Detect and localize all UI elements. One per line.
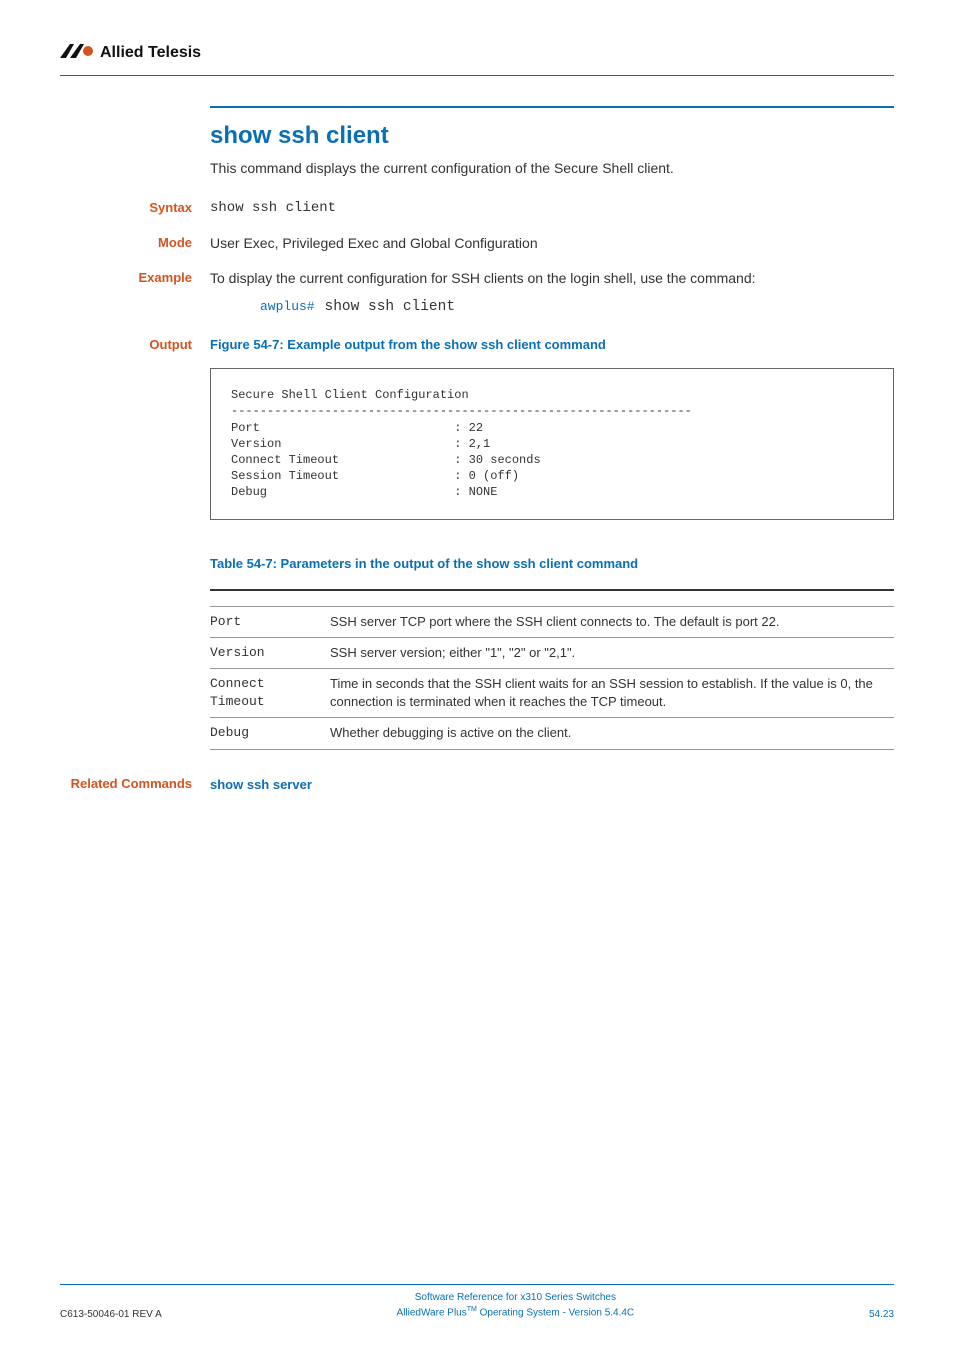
related-label: Related Commands <box>60 776 210 794</box>
footer-left: C613-50046-01 REV A <box>60 1309 162 1320</box>
brand-logo: Allied Telesis <box>60 40 894 67</box>
command-title: show ssh client <box>210 122 894 150</box>
footer-tm: TM <box>467 1306 477 1313</box>
param-desc: Time in seconds that the SSH client wait… <box>330 668 894 717</box>
example-prompt: awplus# <box>260 299 315 314</box>
table-row: DebugWhether debugging is active on the … <box>210 718 894 749</box>
table-row: VersionSSH server version; either "1", "… <box>210 637 894 668</box>
param-name: Debug <box>210 718 330 749</box>
mode-text: User Exec, Privileged Exec and Global Co… <box>210 233 894 254</box>
footer-center: Software Reference for x310 Series Switc… <box>397 1291 635 1320</box>
output-label: Output <box>60 335 210 750</box>
param-name: Connect Timeout <box>210 668 330 717</box>
parameters-table: PortSSH server TCP port where the SSH cl… <box>210 589 894 749</box>
param-desc: SSH server version; either "1", "2" or "… <box>330 637 894 668</box>
mode-label: Mode <box>60 233 210 254</box>
param-name: Version <box>210 637 330 668</box>
section-divider <box>210 106 894 108</box>
footer-divider <box>60 1284 894 1285</box>
figure-caption: Figure 54-7: Example output from the sho… <box>210 335 894 355</box>
param-desc: SSH server TCP port where the SSH client… <box>330 606 894 637</box>
syntax-text: show ssh client <box>210 198 894 219</box>
brand-text: Allied Telesis <box>100 44 201 61</box>
footer-center-line1: Software Reference for x310 Series Switc… <box>397 1291 635 1305</box>
param-desc: Whether debugging is active on the clien… <box>330 718 894 749</box>
example-text: To display the current configuration for… <box>210 268 894 289</box>
syntax-label: Syntax <box>60 198 210 219</box>
table-caption: Table 54-7: Parameters in the output of … <box>210 554 894 574</box>
footer-center-line2b: Operating System - Version 5.4.4C <box>477 1307 634 1318</box>
param-name: Port <box>210 606 330 637</box>
footer-right: 54.23 <box>869 1309 894 1320</box>
table-row: PortSSH server TCP port where the SSH cl… <box>210 606 894 637</box>
footer-center-line2a: AlliedWare Plus <box>397 1307 467 1318</box>
related-link[interactable]: show ssh server <box>210 777 312 792</box>
example-command: show ssh client <box>325 299 456 315</box>
example-label: Example <box>60 268 210 319</box>
header-divider <box>60 75 894 76</box>
table-row: Connect TimeoutTime in seconds that the … <box>210 668 894 717</box>
intro-text: This command displays the current config… <box>210 160 894 176</box>
output-box: Secure Shell Client Configuration ------… <box>210 368 894 519</box>
